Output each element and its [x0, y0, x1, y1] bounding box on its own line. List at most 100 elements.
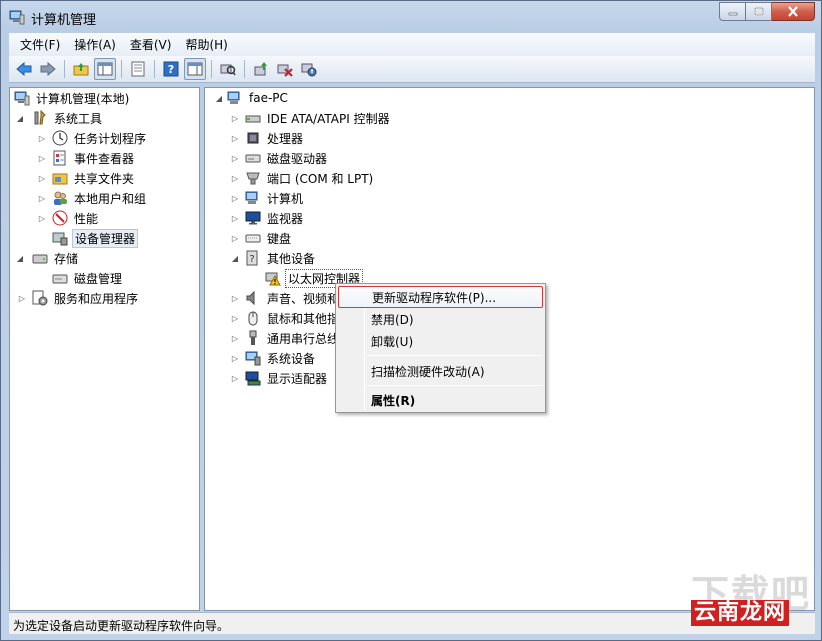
speaker-icon	[246, 290, 255, 306]
collapse-arrow-icon[interactable]: ◢	[215, 94, 223, 103]
expand-arrow-icon[interactable]: ▷	[38, 154, 46, 163]
device-node-display-adapters[interactable]: 显示适配器	[245, 368, 329, 388]
collapse-arrow-icon[interactable]: ◢	[16, 114, 24, 123]
console-tree-pane[interactable]: 计算机管理(本地) ◢ 系统工具 ▷ 任务计划程序 ▷ 事件查看器 ▷ 共享文件…	[9, 87, 200, 611]
menu-view[interactable]: 查看(V)	[123, 34, 179, 55]
expand-arrow-icon[interactable]: ▷	[231, 314, 239, 323]
tree-label: 服务和应用程序	[54, 291, 139, 306]
update-driver-toolbar-button[interactable]	[250, 58, 272, 80]
computer-icon	[245, 191, 258, 204]
context-menu-separator	[367, 355, 542, 356]
device-node-ports[interactable]: 端口 (COM 和 LPT)	[245, 168, 375, 188]
device-node-other-devices[interactable]: ? 其他设备	[245, 248, 317, 268]
forward-arrow-icon	[40, 61, 56, 77]
storage-icon	[32, 254, 48, 264]
properties-icon	[131, 61, 145, 77]
device-node-sound-video[interactable]: 声音、视频和	[245, 288, 341, 308]
device-node-keyboards[interactable]: 键盘	[245, 228, 293, 248]
expand-arrow-icon[interactable]: ▷	[38, 134, 46, 143]
menu-action[interactable]: 操作(A)	[67, 34, 123, 55]
expand-arrow-icon[interactable]: ▷	[38, 214, 46, 223]
tree-node-disk-management[interactable]: 磁盘管理	[52, 268, 124, 288]
back-button[interactable]	[13, 58, 35, 80]
context-disable[interactable]: 禁用(D)	[338, 308, 543, 330]
status-text: 为选定设备启动更新驱动程序软件向导。	[13, 619, 230, 633]
expand-arrow-icon[interactable]: ▷	[231, 194, 239, 203]
tree-node-storage[interactable]: 存储	[32, 248, 80, 268]
users-icon	[54, 191, 67, 205]
tree-node-shared-folders[interactable]: 共享文件夹	[52, 168, 136, 188]
tree-node-event-viewer[interactable]: 事件查看器	[52, 148, 136, 168]
tree-node-task-scheduler[interactable]: 任务计划程序	[52, 128, 148, 148]
tree-node-computer-management-local[interactable]: 计算机管理(本地)	[14, 88, 131, 108]
device-node-usb-controllers[interactable]: 通用串行总线	[245, 328, 341, 348]
expand-arrow-icon[interactable]: ▷	[231, 234, 239, 243]
uninstall-toolbar-button[interactable]	[274, 58, 296, 80]
expand-arrow-icon[interactable]: ▷	[231, 334, 239, 343]
context-scan-hardware[interactable]: 扫描检测硬件改动(A)	[338, 360, 543, 382]
expand-arrow-icon[interactable]: ▷	[231, 294, 239, 303]
collapse-arrow-icon[interactable]: ◢	[16, 254, 24, 263]
collapse-arrow-icon[interactable]: ◢	[231, 254, 239, 263]
help-button[interactable]: ?	[160, 58, 182, 80]
scan-hardware-toolbar-button[interactable]	[217, 58, 239, 80]
device-node-processors[interactable]: 处理器	[245, 128, 305, 148]
toolbar-separator	[64, 60, 65, 78]
close-button[interactable]	[772, 2, 815, 21]
show-hide-console-tree-button[interactable]	[94, 58, 116, 80]
device-node-disk-drives[interactable]: 磁盘驱动器	[245, 148, 329, 168]
expand-arrow-icon[interactable]: ▷	[231, 354, 239, 363]
tree-node-performance[interactable]: 性能	[52, 208, 100, 228]
tree-label: 端口 (COM 和 LPT)	[267, 171, 374, 186]
show-action-pane-button[interactable]	[184, 58, 206, 80]
device-node-monitors[interactable]: 监视器	[245, 208, 305, 228]
title-bar[interactable]: 计算机管理	[1, 1, 821, 33]
menu-help[interactable]: 帮助(H)	[178, 34, 234, 55]
maximize-button[interactable]	[746, 2, 772, 21]
device-node-computer[interactable]: 计算机	[245, 188, 305, 208]
expand-arrow-icon[interactable]: ▷	[231, 214, 239, 223]
context-update-driver[interactable]: 更新驱动程序软件(P)...	[338, 286, 543, 308]
properties-toolbar-button[interactable]	[127, 58, 149, 80]
menu-item-label: 更新驱动程序软件(P)...	[372, 290, 497, 305]
expand-arrow-icon[interactable]: ▷	[231, 134, 239, 143]
device-node-mice[interactable]: 鼠标和其他指	[245, 308, 341, 328]
up-one-level-button[interactable]	[70, 58, 92, 80]
device-node-ide-controllers[interactable]: IDE ATA/ATAPI 控制器	[245, 108, 392, 128]
expand-arrow-icon[interactable]: ▷	[231, 374, 239, 383]
tree-label: 处理器	[267, 131, 304, 146]
tree-label: fae-PC	[249, 91, 288, 105]
expand-arrow-icon[interactable]: ▷	[231, 114, 239, 123]
context-menu-separator	[367, 385, 542, 386]
menu-file[interactable]: 文件(F)	[13, 34, 67, 55]
context-uninstall[interactable]: 卸载(U)	[338, 330, 543, 352]
warning-icon	[265, 272, 281, 286]
tree-node-device-manager[interactable]: 设备管理器	[52, 228, 139, 248]
expand-arrow-icon[interactable]: ▷	[231, 174, 239, 183]
tree-node-system-tools[interactable]: 系统工具	[32, 108, 104, 128]
device-node-computer-root[interactable]: fae-PC	[227, 88, 290, 108]
forward-button[interactable]	[37, 58, 59, 80]
disk-icon	[52, 274, 68, 284]
computer-management-window: 计算机管理 文件(F) 操作(A) 查看(V) 帮助(H) ? 计算机管理(本地…	[0, 0, 822, 641]
device-node-system-devices[interactable]: 系统设备	[245, 348, 317, 368]
disable-toolbar-button[interactable]	[298, 58, 320, 80]
expand-arrow-icon[interactable]: ▷	[18, 294, 26, 303]
shared-folder-icon	[52, 173, 68, 185]
tree-node-local-users-groups[interactable]: 本地用户和组	[52, 188, 148, 208]
performance-icon	[52, 210, 68, 226]
expand-arrow-icon[interactable]: ▷	[231, 154, 239, 163]
tree-label: 系统工具	[54, 111, 103, 126]
tree-node-services-applications[interactable]: 服务和应用程序	[32, 288, 140, 308]
expand-arrow-icon[interactable]: ▷	[38, 174, 46, 183]
context-properties[interactable]: 属性(R)	[338, 389, 543, 411]
tree-label: 存储	[54, 251, 79, 266]
tree-label: 任务计划程序	[74, 131, 147, 146]
minimize-button[interactable]	[719, 2, 746, 21]
expand-arrow-icon[interactable]: ▷	[38, 194, 46, 203]
toolbar-separator	[244, 60, 245, 78]
tree-label: 键盘	[267, 231, 292, 246]
keyboard-icon	[245, 234, 261, 243]
tree-label: 性能	[74, 211, 99, 226]
computer-management-icon	[9, 10, 25, 25]
